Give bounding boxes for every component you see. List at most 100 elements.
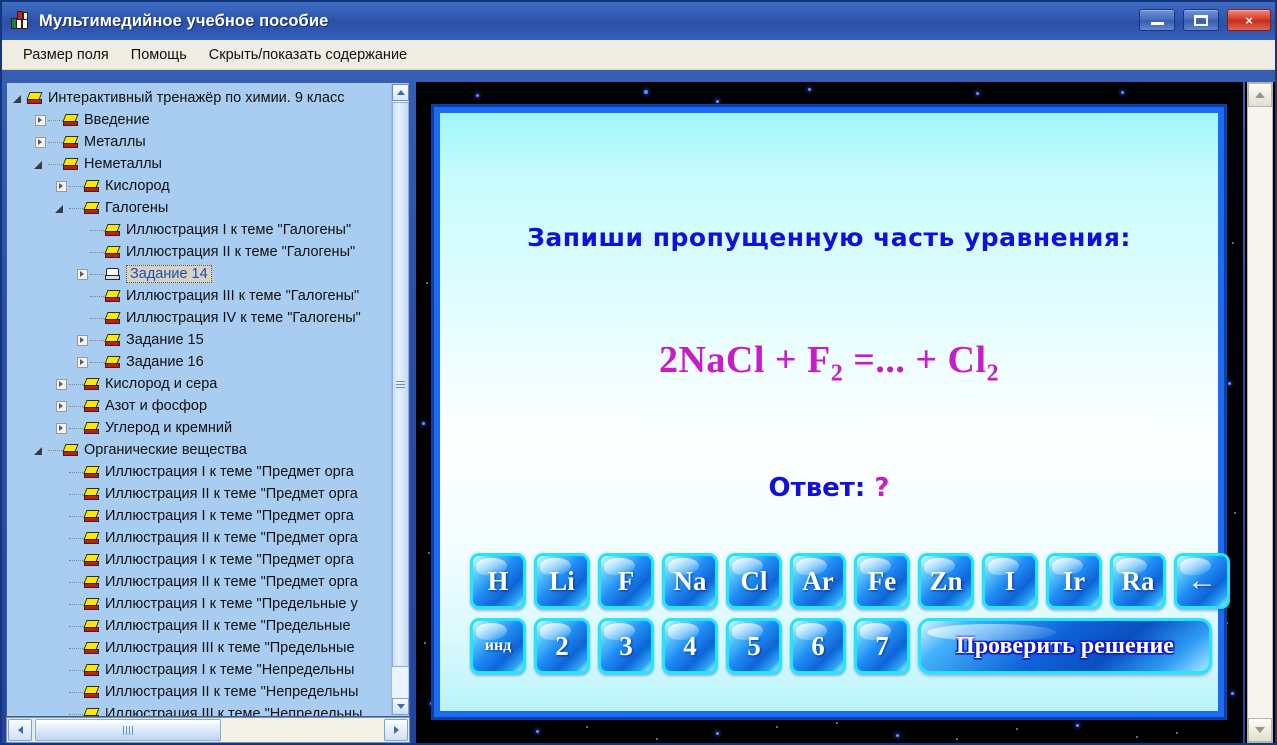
tree-item[interactable]: Кислород: [7, 175, 393, 197]
collapse-toggle-icon[interactable]: [34, 159, 45, 170]
minimize-icon: [1150, 22, 1164, 25]
expand-toggle-icon[interactable]: [76, 268, 88, 280]
key-label: H: [473, 556, 523, 606]
collapse-toggle-icon[interactable]: [34, 445, 45, 456]
key-5[interactable]: 5: [726, 618, 782, 674]
key-h[interactable]: H: [470, 553, 526, 609]
collapse-toggle-icon[interactable]: [13, 93, 24, 104]
tree-item[interactable]: Интерактивный тренажёр по химии. 9 класс: [7, 87, 393, 109]
tree-item[interactable]: Кислород и сера: [7, 373, 393, 395]
tree-vertical-scrollbar[interactable]: [391, 84, 409, 715]
tree-connector-line: [69, 405, 83, 407]
tree-item[interactable]: Иллюстрация II к теме "Непредельны: [7, 681, 393, 703]
tree-item-label: Иллюстрация III к теме "Галогены": [126, 287, 360, 304]
collapse-toggle-icon[interactable]: [55, 203, 66, 214]
menu-item-field-size[interactable]: Размер поля: [12, 43, 120, 67]
expand-toggle-icon[interactable]: [55, 422, 67, 434]
tree-item[interactable]: Задание 15: [7, 329, 393, 351]
tree-item[interactable]: Иллюстрация III к теме "Предельные: [7, 637, 393, 659]
tree-item[interactable]: Введение: [7, 109, 393, 131]
key-cl[interactable]: Cl: [726, 553, 782, 609]
tree-item[interactable]: Иллюстрация I к теме "Предмет орга: [7, 505, 393, 527]
key-ra[interactable]: Ra: [1110, 553, 1166, 609]
tree-item-label: Кислород и сера: [105, 375, 218, 392]
tree-item[interactable]: Азот и фосфор: [7, 395, 393, 417]
key-2[interactable]: 2: [534, 618, 590, 674]
expand-toggle-icon[interactable]: [34, 136, 46, 148]
tree-item[interactable]: Иллюстрация I к теме "Предельные у: [7, 593, 393, 615]
tree-item[interactable]: Иллюстрация II к теме "Галогены": [7, 241, 393, 263]
close-button[interactable]: ×: [1227, 9, 1271, 31]
content-scroll-up-button[interactable]: [1248, 83, 1272, 107]
key-7[interactable]: 7: [854, 618, 910, 674]
tree-item[interactable]: Иллюстрация III к теме "Галогены": [7, 285, 393, 307]
content-scrollbar-track[interactable]: [1247, 82, 1273, 743]
tree-scroll-down-button[interactable]: [392, 698, 409, 715]
key-zn[interactable]: Zn: [918, 553, 974, 609]
book-icon: [83, 641, 100, 655]
check-solution-button[interactable]: Проверить решение: [918, 618, 1212, 674]
tree-item[interactable]: Галогены: [7, 197, 393, 219]
tree-item[interactable]: Иллюстрация III к теме "Непредельны: [7, 703, 393, 716]
tree-item[interactable]: Углерод и кремний: [7, 417, 393, 439]
menu-item-help[interactable]: Помощь: [120, 43, 198, 67]
tree-scroll-left-button[interactable]: [8, 719, 32, 741]
tree-item[interactable]: Металлы: [7, 131, 393, 153]
contents-tree[interactable]: Интерактивный тренажёр по химии. 9 класс…: [7, 83, 393, 716]
key-4[interactable]: 4: [662, 618, 718, 674]
tree-item[interactable]: Иллюстрация II к теме "Предельные: [7, 615, 393, 637]
tree-item-label: Азот и фосфор: [105, 397, 208, 414]
key-label: ←: [1177, 556, 1227, 606]
tree-item-label: Иллюстрация III к теме "Предельные: [105, 639, 355, 656]
key-na[interactable]: Na: [662, 553, 718, 609]
tree-item[interactable]: Иллюстрация II к теме "Предмет орга: [7, 527, 393, 549]
expand-toggle-icon[interactable]: [55, 180, 67, 192]
key-index[interactable]: инд: [470, 618, 526, 674]
tree-item[interactable]: Задание 16: [7, 351, 393, 373]
tree-item-label: Введение: [84, 111, 150, 128]
expand-toggle-icon[interactable]: [76, 356, 88, 368]
content-scroll-down-button[interactable]: [1248, 718, 1272, 742]
tree-hscrollbar-track[interactable]: [221, 718, 384, 742]
star: [428, 552, 430, 554]
key-backspace[interactable]: ←: [1174, 553, 1230, 609]
key-ar[interactable]: Ar: [790, 553, 846, 609]
expand-toggle-icon[interactable]: [34, 114, 46, 126]
key-label: Li: [537, 556, 587, 606]
tree-item[interactable]: Органические вещества: [7, 439, 393, 461]
content-vertical-scrollbar[interactable]: [1245, 82, 1275, 743]
tree-item[interactable]: Иллюстрация I к теме "Предмет орга: [7, 549, 393, 571]
key-ir[interactable]: Ir: [1046, 553, 1102, 609]
tree-item[interactable]: Неметаллы: [7, 153, 393, 175]
key-3[interactable]: 3: [598, 618, 654, 674]
tree-item[interactable]: Задание 14: [7, 263, 393, 285]
tree-item-label: Задание 15: [126, 331, 204, 348]
expand-toggle-icon[interactable]: [76, 334, 88, 346]
tree-connector-line: [69, 625, 83, 627]
key-6[interactable]: 6: [790, 618, 846, 674]
tree-scroll-up-button[interactable]: [392, 84, 409, 101]
expand-toggle-icon[interactable]: [55, 400, 67, 412]
restore-button[interactable]: [1183, 9, 1219, 31]
key-i[interactable]: I: [982, 553, 1038, 609]
tree-item[interactable]: Иллюстрация II к теме "Предмет орга: [7, 571, 393, 593]
minimize-button[interactable]: [1139, 9, 1175, 31]
tree-item[interactable]: Иллюстрация I к теме "Предмет орга: [7, 461, 393, 483]
tree-horizontal-scrollbar[interactable]: [6, 717, 410, 743]
key-li[interactable]: Li: [534, 553, 590, 609]
tree-item[interactable]: Иллюстрация II к теме "Предмет орга: [7, 483, 393, 505]
tree-item-label: Иллюстрация II к теме "Предельные: [105, 617, 351, 634]
books-icon: [10, 11, 32, 31]
tree-scroll-right-button[interactable]: [384, 719, 408, 741]
tree-item[interactable]: Иллюстрация I к теме "Галогены": [7, 219, 393, 241]
expand-toggle-icon[interactable]: [55, 378, 67, 390]
tree-item[interactable]: Иллюстрация I к теме "Непредельны: [7, 659, 393, 681]
tree-scrollbar-thumb[interactable]: [392, 102, 409, 667]
key-f[interactable]: F: [598, 553, 654, 609]
key-fe[interactable]: Fe: [854, 553, 910, 609]
menu-item-toggle-contents[interactable]: Скрыть/показать содержание: [198, 43, 418, 67]
tree-hscrollbar-thumb[interactable]: [35, 719, 221, 741]
tree-item[interactable]: Иллюстрация IV к теме "Галогены": [7, 307, 393, 329]
